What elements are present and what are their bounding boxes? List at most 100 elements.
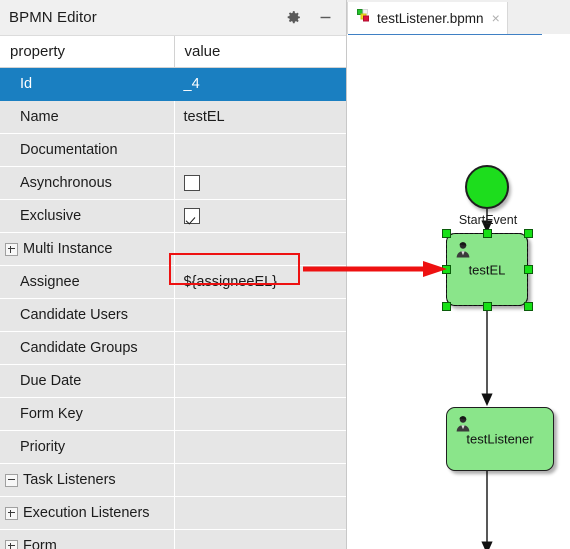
property-label: Id xyxy=(20,76,33,92)
close-icon[interactable]: × xyxy=(490,11,500,25)
table-row[interactable]: Execution Listeners xyxy=(0,496,346,530)
minimize-icon[interactable] xyxy=(316,9,334,27)
property-label: Candidate Groups xyxy=(20,340,138,356)
cell-value[interactable] xyxy=(174,529,346,549)
cell-property[interactable]: Exclusive xyxy=(0,199,175,233)
cell-value[interactable] xyxy=(174,133,346,167)
property-label: Form xyxy=(23,538,57,549)
cell-property[interactable]: Form xyxy=(0,529,175,549)
property-label: Execution Listeners xyxy=(23,505,150,521)
cell-value[interactable]: ${assigneeEL} xyxy=(174,265,346,299)
cell-property[interactable]: Documentation xyxy=(0,133,175,167)
table-row[interactable]: Name testEL xyxy=(0,100,346,134)
cell-value[interactable] xyxy=(174,397,346,431)
cell-property[interactable]: Priority xyxy=(0,430,175,464)
cell-property[interactable]: Form Key xyxy=(0,397,175,431)
task-testel[interactable]: testEL xyxy=(446,233,528,306)
property-label: Multi Instance xyxy=(23,241,113,257)
tab-testlistener-bpmn[interactable]: testListener.bpmn × xyxy=(347,2,542,37)
property-label: Assignee xyxy=(20,274,80,290)
column-header-property[interactable]: property xyxy=(0,36,175,68)
editor-panel: testListener.bpmn × StartEvent testEL te… xyxy=(347,0,570,549)
expand-icon[interactable] xyxy=(5,539,18,549)
table-row[interactable]: Due Date xyxy=(0,364,346,398)
page-title: BPMN Editor xyxy=(9,9,97,26)
resize-handle-ne[interactable] xyxy=(524,229,533,238)
properties-table-body: Id _4 Name testEL Documentation Asynchronous E… xyxy=(0,67,346,549)
table-row[interactable]: Asynchronous xyxy=(0,166,346,200)
cell-property[interactable]: Execution Listeners xyxy=(0,496,175,530)
property-label: Documentation xyxy=(20,142,118,158)
cell-value[interactable]: _4 xyxy=(174,67,346,101)
start-event-label: StartEvent xyxy=(458,213,518,227)
table-row[interactable]: Form xyxy=(0,529,346,549)
properties-table: property value Id _4 Name testEL Documentati… xyxy=(0,36,346,549)
cell-value[interactable] xyxy=(174,166,346,200)
task-label: testEL xyxy=(468,262,506,277)
cell-property[interactable]: Due Date xyxy=(0,364,175,398)
resize-handle-nw[interactable] xyxy=(442,229,451,238)
table-row[interactable]: Task Listeners xyxy=(0,463,346,497)
properties-panel: BPMN Editor property value Id _4 Name te… xyxy=(0,0,347,549)
value-text: ${assigneeEL} xyxy=(183,274,278,290)
table-row[interactable]: Candidate Groups xyxy=(0,331,346,365)
property-label: Exclusive xyxy=(20,208,82,224)
cell-property[interactable]: Name xyxy=(0,100,175,134)
table-row[interactable]: Candidate Users xyxy=(0,298,346,332)
table-header-row: property value xyxy=(0,36,346,68)
property-label: Name xyxy=(20,109,59,125)
expand-icon[interactable] xyxy=(5,242,18,256)
bpmn-editor-window: BPMN Editor property value Id _4 Name te… xyxy=(0,0,570,549)
table-row[interactable]: Id _4 xyxy=(0,67,346,101)
checkbox[interactable] xyxy=(183,208,200,224)
table-row[interactable]: Form Key xyxy=(0,397,346,431)
cell-value[interactable] xyxy=(174,496,346,530)
cell-property[interactable]: Assignee xyxy=(0,265,175,299)
titlebar-actions xyxy=(284,9,338,27)
table-row[interactable]: Multi Instance xyxy=(0,232,346,266)
user-task-icon xyxy=(454,240,472,258)
property-label: Due Date xyxy=(20,373,82,389)
cell-property[interactable]: Candidate Users xyxy=(0,298,175,332)
value-text: _4 xyxy=(183,76,200,92)
cell-property[interactable]: Id xyxy=(0,67,175,101)
cell-value[interactable] xyxy=(174,331,346,365)
cell-value[interactable] xyxy=(174,364,346,398)
cell-property[interactable]: Candidate Groups xyxy=(0,331,175,365)
resize-handle-w[interactable] xyxy=(442,265,451,274)
table-row[interactable]: Exclusive xyxy=(0,199,346,233)
resize-handle-s[interactable] xyxy=(483,302,492,311)
collapse-icon[interactable] xyxy=(5,473,18,487)
resize-handle-e[interactable] xyxy=(524,265,533,274)
property-label: Candidate Users xyxy=(20,307,128,323)
cell-value[interactable] xyxy=(174,298,346,332)
cell-property[interactable]: Asynchronous xyxy=(0,166,175,200)
cell-value[interactable] xyxy=(174,199,346,233)
diagram-canvas[interactable]: StartEvent testEL testListener xyxy=(347,35,570,549)
resize-handle-sw[interactable] xyxy=(442,302,451,311)
table-row[interactable]: Priority xyxy=(0,430,346,464)
expand-icon[interactable] xyxy=(5,506,18,520)
column-header-value[interactable]: value xyxy=(174,36,346,68)
cell-value[interactable]: testEL xyxy=(174,100,346,134)
start-event-shape[interactable] xyxy=(465,165,509,209)
property-label: Task Listeners xyxy=(23,472,116,488)
property-label: Form Key xyxy=(20,406,83,422)
task-label: testListener xyxy=(466,431,534,447)
resize-handle-se[interactable] xyxy=(524,302,533,311)
table-row[interactable]: Documentation xyxy=(0,133,346,167)
tab-strip: testListener.bpmn × xyxy=(347,0,570,37)
gear-icon[interactable] xyxy=(284,9,302,27)
cell-value[interactable] xyxy=(174,430,346,464)
bpmn-file-icon xyxy=(357,8,371,28)
table-row[interactable]: Assignee ${assigneeEL} xyxy=(0,265,346,299)
cell-value[interactable] xyxy=(174,463,346,497)
user-task-icon xyxy=(454,414,472,432)
task-testlistener[interactable]: testListener xyxy=(446,407,554,471)
cell-property[interactable]: Multi Instance xyxy=(0,232,175,266)
resize-handle-n[interactable] xyxy=(483,229,492,238)
checkbox[interactable] xyxy=(183,175,200,191)
cell-property[interactable]: Task Listeners xyxy=(0,463,175,497)
tab-label: testListener.bpmn xyxy=(377,10,484,26)
cell-value[interactable] xyxy=(174,232,346,266)
